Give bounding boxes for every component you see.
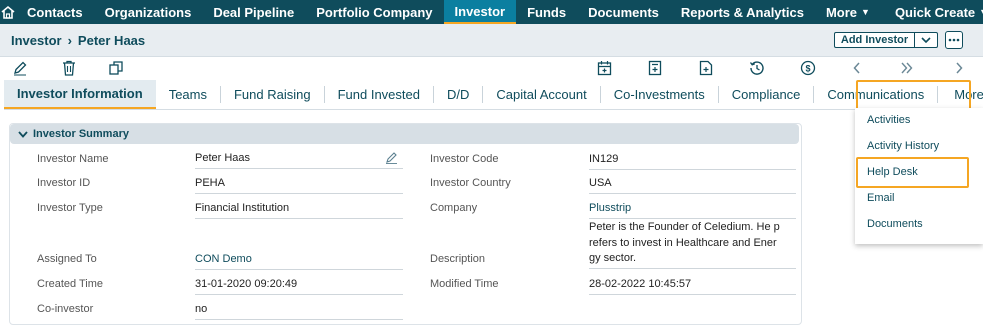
investor-country-value: USA	[589, 176, 796, 194]
calendar-add-icon	[597, 61, 611, 76]
nav-more-label: More	[825, 4, 858, 20]
breadcrumb-module[interactable]: Investor	[11, 33, 62, 48]
chevron-right-icon: ›	[67, 33, 72, 48]
tab-teams[interactable]: Teams	[156, 85, 221, 103]
history-icon	[749, 61, 764, 75]
nav-funds[interactable]: Funds	[516, 0, 577, 24]
investor-id-label: Investor ID	[37, 177, 91, 189]
created-time-value: 31-01-2020 09:20:49	[195, 277, 403, 295]
help-desk-highlight	[856, 157, 969, 188]
breadcrumb: Investor › Peter Haas	[11, 33, 145, 48]
modified-time-value: 28-02-2022 10:45:57	[589, 277, 796, 295]
ellipsis-icon	[948, 38, 960, 42]
svg-text:$: $	[805, 64, 810, 74]
more-actions-button[interactable]	[945, 31, 963, 49]
investor-type-label: Investor Type	[37, 202, 103, 214]
top-nav: Contacts Organizations Deal Pipeline Por…	[0, 0, 983, 24]
nav-quick-create-label: Quick Create	[894, 4, 976, 20]
record-tabs: Investor Information Teams Fund Raising …	[4, 79, 983, 110]
created-time-label: Created Time	[37, 278, 104, 290]
financial-button[interactable]: $	[799, 60, 817, 76]
assigned-to-value[interactable]: CON Demo	[195, 252, 403, 270]
home-button[interactable]	[0, 0, 16, 24]
tab-co-investments[interactable]: Co-Investments	[601, 85, 719, 103]
document-add-icon	[699, 60, 713, 76]
co-investor-label: Co-investor	[37, 303, 94, 315]
menu-item-email[interactable]: Email	[867, 192, 895, 204]
breadcrumb-record: Peter Haas	[77, 33, 146, 48]
nav-documents[interactable]: Documents	[577, 0, 670, 24]
investor-summary-header[interactable]: Investor Summary	[10, 124, 799, 144]
tab-compliance[interactable]: Compliance	[719, 85, 815, 103]
edit-button[interactable]	[11, 60, 29, 76]
chevron-down-icon	[921, 37, 931, 43]
description-line: Peter is the Founder of Celedium. He p	[589, 221, 780, 233]
company-value[interactable]: Plusstrip	[589, 201, 796, 219]
investor-id-value: PEHA	[195, 176, 403, 194]
chevron-down-icon	[18, 130, 28, 138]
calendar-button[interactable]	[595, 60, 613, 76]
home-icon	[1, 5, 15, 19]
nav-investor[interactable]: Investor	[443, 0, 517, 24]
nav-portfolio-company[interactable]: Portfolio Company	[305, 0, 443, 24]
dollar-circle-icon: $	[800, 60, 816, 76]
chevron-down-icon: ▼	[861, 7, 870, 17]
description-value: Peter is the Founder of Celedium. He p r…	[589, 220, 796, 269]
tab-dd[interactable]: D/D	[434, 85, 484, 103]
history-button[interactable]	[748, 60, 766, 76]
nav-organizations[interactable]: Organizations	[94, 0, 203, 24]
add-dropdown-toggle[interactable]	[915, 33, 937, 47]
nav-more[interactable]: More ▼	[815, 0, 881, 24]
add-note-button[interactable]	[646, 60, 664, 76]
tab-investor-information[interactable]: Investor Information	[4, 79, 156, 109]
description-line: gy sector.	[589, 252, 637, 264]
last-record-button[interactable]	[898, 60, 916, 76]
assigned-to-label: Assigned To	[37, 253, 97, 265]
add-investor-label[interactable]: Add Investor	[835, 33, 915, 47]
nav-reports-analytics[interactable]: Reports & Analytics	[670, 0, 815, 24]
modified-time-label: Modified Time	[430, 278, 499, 290]
previous-record-button[interactable]	[848, 60, 866, 76]
co-investor-value: no	[195, 302, 403, 320]
duplicate-icon	[109, 61, 123, 75]
investor-name-text: Peter Haas	[195, 152, 251, 164]
edit-icon[interactable]	[385, 151, 398, 164]
add-investor-button[interactable]: Add Investor	[834, 32, 938, 48]
chevron-down-icon: ▼	[979, 7, 983, 17]
tab-capital-account[interactable]: Capital Account	[483, 85, 601, 103]
tab-fund-raising[interactable]: Fund Raising	[221, 85, 325, 103]
description-line: refers to invest in Healthcare and Ener	[589, 236, 777, 249]
menu-item-activities[interactable]: Activities	[867, 114, 910, 126]
investor-type-value: Financial Institution	[195, 201, 403, 219]
next-record-button[interactable]	[950, 60, 968, 76]
nav-contacts[interactable]: Contacts	[16, 0, 94, 24]
trash-icon	[63, 60, 75, 76]
menu-item-activity-history[interactable]: Activity History	[867, 140, 939, 152]
investor-country-label: Investor Country	[430, 177, 511, 189]
investor-code-label: Investor Code	[430, 153, 499, 165]
note-add-icon	[648, 60, 662, 76]
investor-name-label: Investor Name	[37, 153, 109, 165]
menu-item-documents[interactable]: Documents	[867, 218, 923, 230]
more-information-highlight	[856, 80, 971, 110]
nav-deal-pipeline[interactable]: Deal Pipeline	[202, 0, 305, 24]
chevron-left-icon	[853, 62, 860, 74]
tab-fund-invested[interactable]: Fund Invested	[325, 85, 434, 103]
investor-summary-title: Investor Summary	[33, 128, 129, 140]
add-document-button[interactable]	[697, 60, 715, 76]
investor-code-value: IN129	[589, 152, 796, 170]
app-root: Contacts Organizations Deal Pipeline Por…	[0, 0, 983, 330]
description-label: Description	[430, 253, 486, 265]
delete-button[interactable]	[60, 60, 78, 76]
duplicate-button[interactable]	[107, 60, 125, 76]
company-label: Company	[430, 202, 478, 214]
edit-icon	[14, 61, 27, 76]
investor-name-value: Peter Haas	[195, 151, 403, 169]
chevron-right-icon	[956, 62, 963, 74]
double-chevron-right-icon	[901, 62, 913, 74]
nav-quick-create[interactable]: Quick Create ▼	[881, 0, 983, 24]
